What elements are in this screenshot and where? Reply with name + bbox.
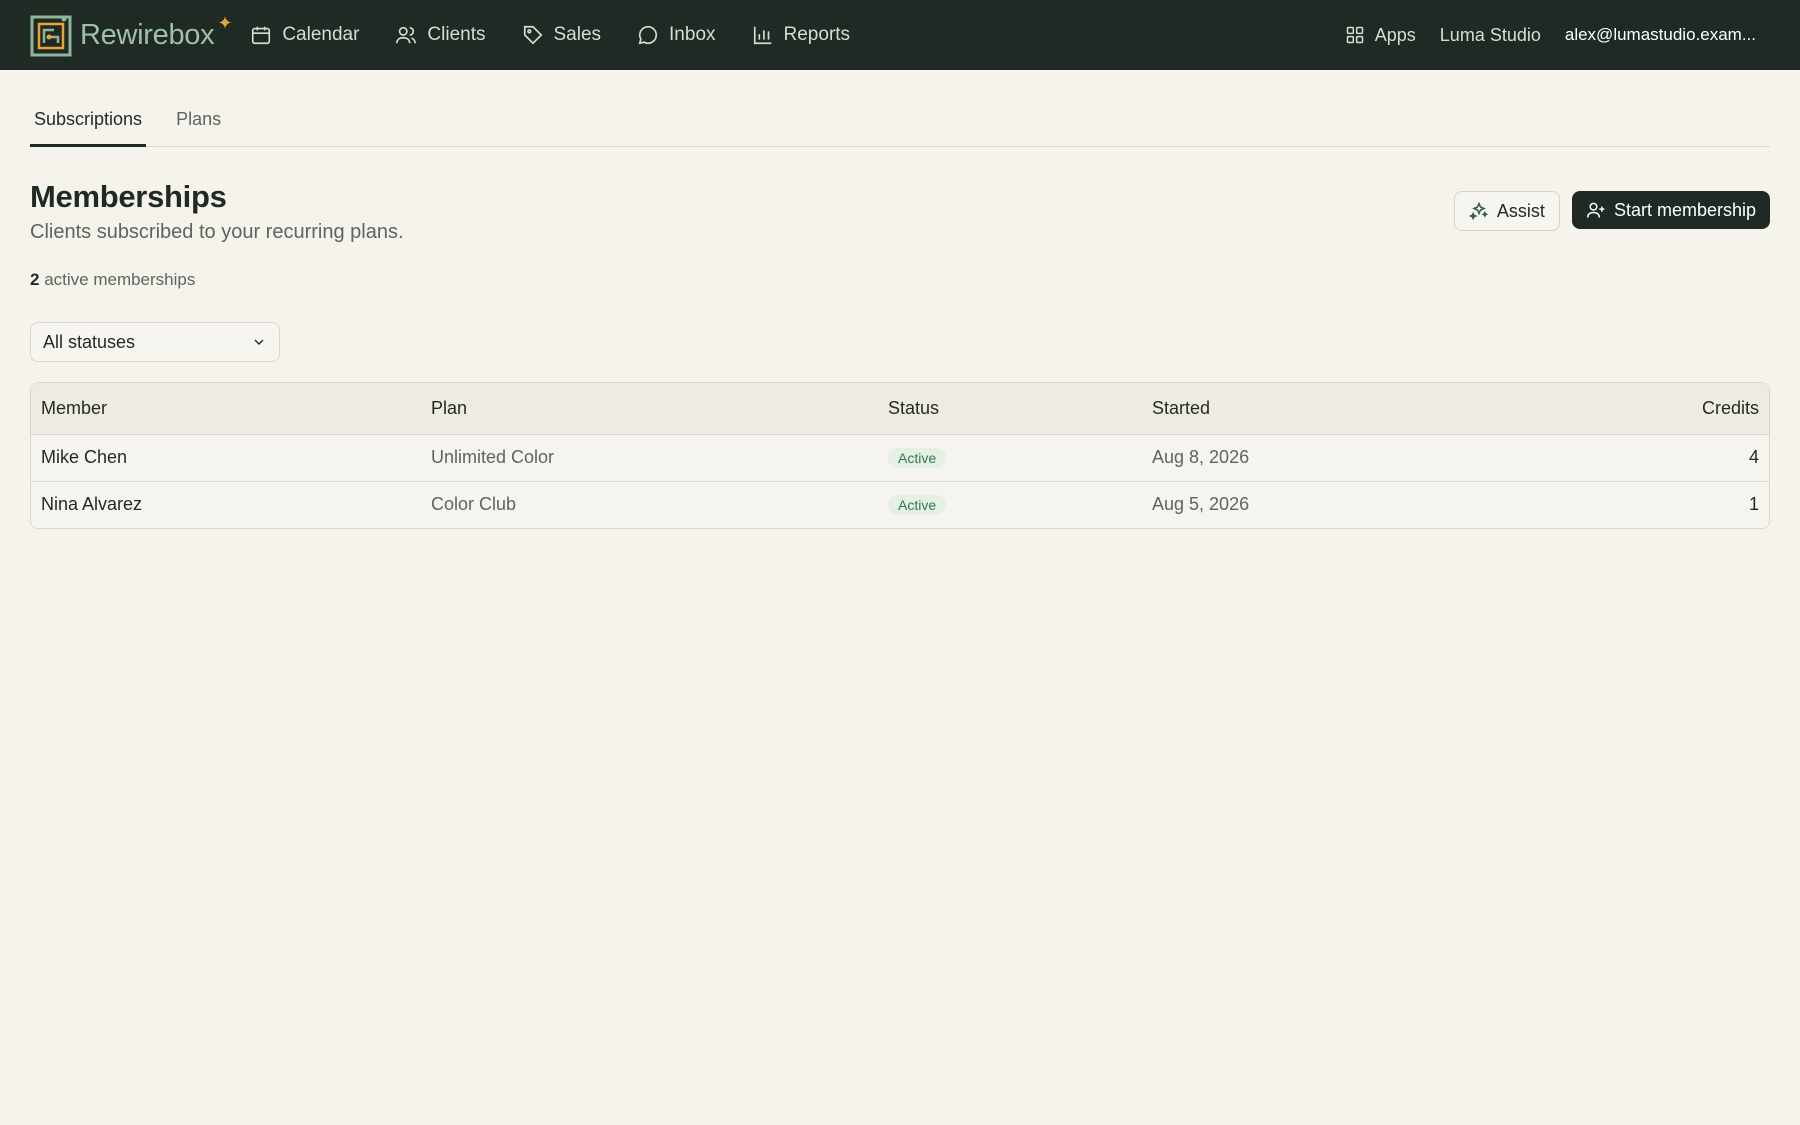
nav-label: Sales	[553, 24, 602, 45]
page-actions: Assist Start membership	[1453, 191, 1770, 231]
status-filter-select[interactable]: All statuses	[30, 322, 280, 362]
table-row[interactable]: Nina Alvarez Color Club Active Aug 5, 20…	[31, 481, 1769, 528]
membership-count: 2 active memberships	[30, 270, 1770, 290]
assist-label: Assist	[1496, 200, 1545, 221]
plan-name: Color Club	[431, 494, 517, 515]
rewirebox-logo-icon	[30, 15, 72, 57]
tag-icon	[523, 25, 542, 45]
started-date: Aug 8, 2026	[1142, 434, 1442, 482]
apps-label: Apps	[1374, 24, 1416, 45]
table-row[interactable]: Mike Chen Unlimited Color Active Aug 8, …	[31, 434, 1769, 482]
account-email[interactable]: alex@lumastudio.exam...	[1565, 25, 1756, 45]
nav-item-reports[interactable]: Reports	[752, 24, 851, 46]
start-membership-button[interactable]: Start membership	[1571, 191, 1770, 229]
tab-plans[interactable]: Plans	[172, 109, 225, 147]
tab-bar: Subscriptions Plans	[30, 70, 1770, 147]
column-header-plan[interactable]: Plan	[421, 383, 878, 435]
main-nav: Calendar Clients Sales Inbox Reports	[250, 24, 850, 46]
nav-label: Inbox	[669, 24, 716, 45]
apps-button[interactable]: Apps	[1345, 25, 1416, 46]
brand-name: Rewirebox ✦	[80, 12, 233, 51]
page-header: Memberships Clients subscribed to your r…	[30, 179, 1770, 244]
page-subtitle: Clients subscribed to your recurring pla…	[30, 221, 404, 243]
status-cell: Active	[878, 434, 1142, 482]
brand-logo[interactable]: Rewirebox ✦	[30, 12, 233, 57]
credits-value: 4	[1442, 434, 1769, 482]
nav-label: Calendar	[282, 24, 360, 45]
brand-spark-icon: ✦	[217, 12, 233, 33]
status-badge: Active	[888, 495, 947, 516]
page-title: Memberships	[30, 179, 227, 214]
chevron-down-icon	[254, 339, 264, 345]
tab-subscriptions[interactable]: Subscriptions	[30, 109, 147, 147]
users-icon	[396, 26, 417, 44]
assist-button[interactable]: Assist	[1453, 191, 1560, 231]
nav-label: Reports	[783, 24, 851, 45]
nav-label: Clients	[427, 24, 486, 45]
studio-switcher[interactable]: Luma Studio	[1440, 25, 1541, 46]
status-filter-value: All statuses	[43, 331, 136, 352]
column-header-member[interactable]: Member	[31, 383, 421, 435]
column-header-status[interactable]: Status	[878, 383, 1142, 435]
table-header-row: Member Plan Status Started Credits	[31, 383, 1769, 435]
grid-icon	[1346, 26, 1364, 44]
column-header-credits[interactable]: Credits	[1442, 383, 1769, 435]
page-heading-block: Memberships Clients subscribed to your r…	[30, 179, 404, 244]
membership-count-suffix: active memberships	[39, 270, 196, 289]
status-badge: Active	[888, 448, 947, 468]
nav-item-clients[interactable]: Clients	[395, 24, 486, 46]
bar-chart-icon	[753, 26, 771, 45]
nav-item-inbox[interactable]: Inbox	[637, 24, 716, 46]
message-icon	[638, 25, 658, 45]
memberships-table: Member Plan Status Started Credits Mike …	[30, 382, 1770, 529]
plan-name: Unlimited Color	[421, 434, 878, 482]
status-cell: Active	[878, 481, 1142, 528]
sparkles-icon	[1468, 201, 1489, 221]
member-name[interactable]: Nina Alvarez	[31, 481, 421, 528]
main-content: Subscriptions Plans Memberships Clients …	[0, 70, 1800, 529]
nav-item-calendar[interactable]: Calendar	[250, 24, 359, 46]
top-navigation-bar: Rewirebox ✦ Calendar Clients Sales Inbox …	[0, 0, 1800, 70]
topbar-right: Apps Luma Studio alex@lumastudio.exam...	[1345, 25, 1770, 46]
credits-value: 1	[1748, 494, 1759, 515]
column-header-started[interactable]: Started	[1142, 383, 1442, 435]
started-date: Aug 5, 2026	[1152, 494, 1250, 515]
start-membership-label: Start membership	[1613, 199, 1756, 220]
calendar-icon	[252, 26, 271, 45]
user-plus-icon	[1586, 202, 1605, 218]
nav-item-sales[interactable]: Sales	[522, 24, 602, 46]
member-name[interactable]: Mike Chen	[31, 434, 421, 482]
